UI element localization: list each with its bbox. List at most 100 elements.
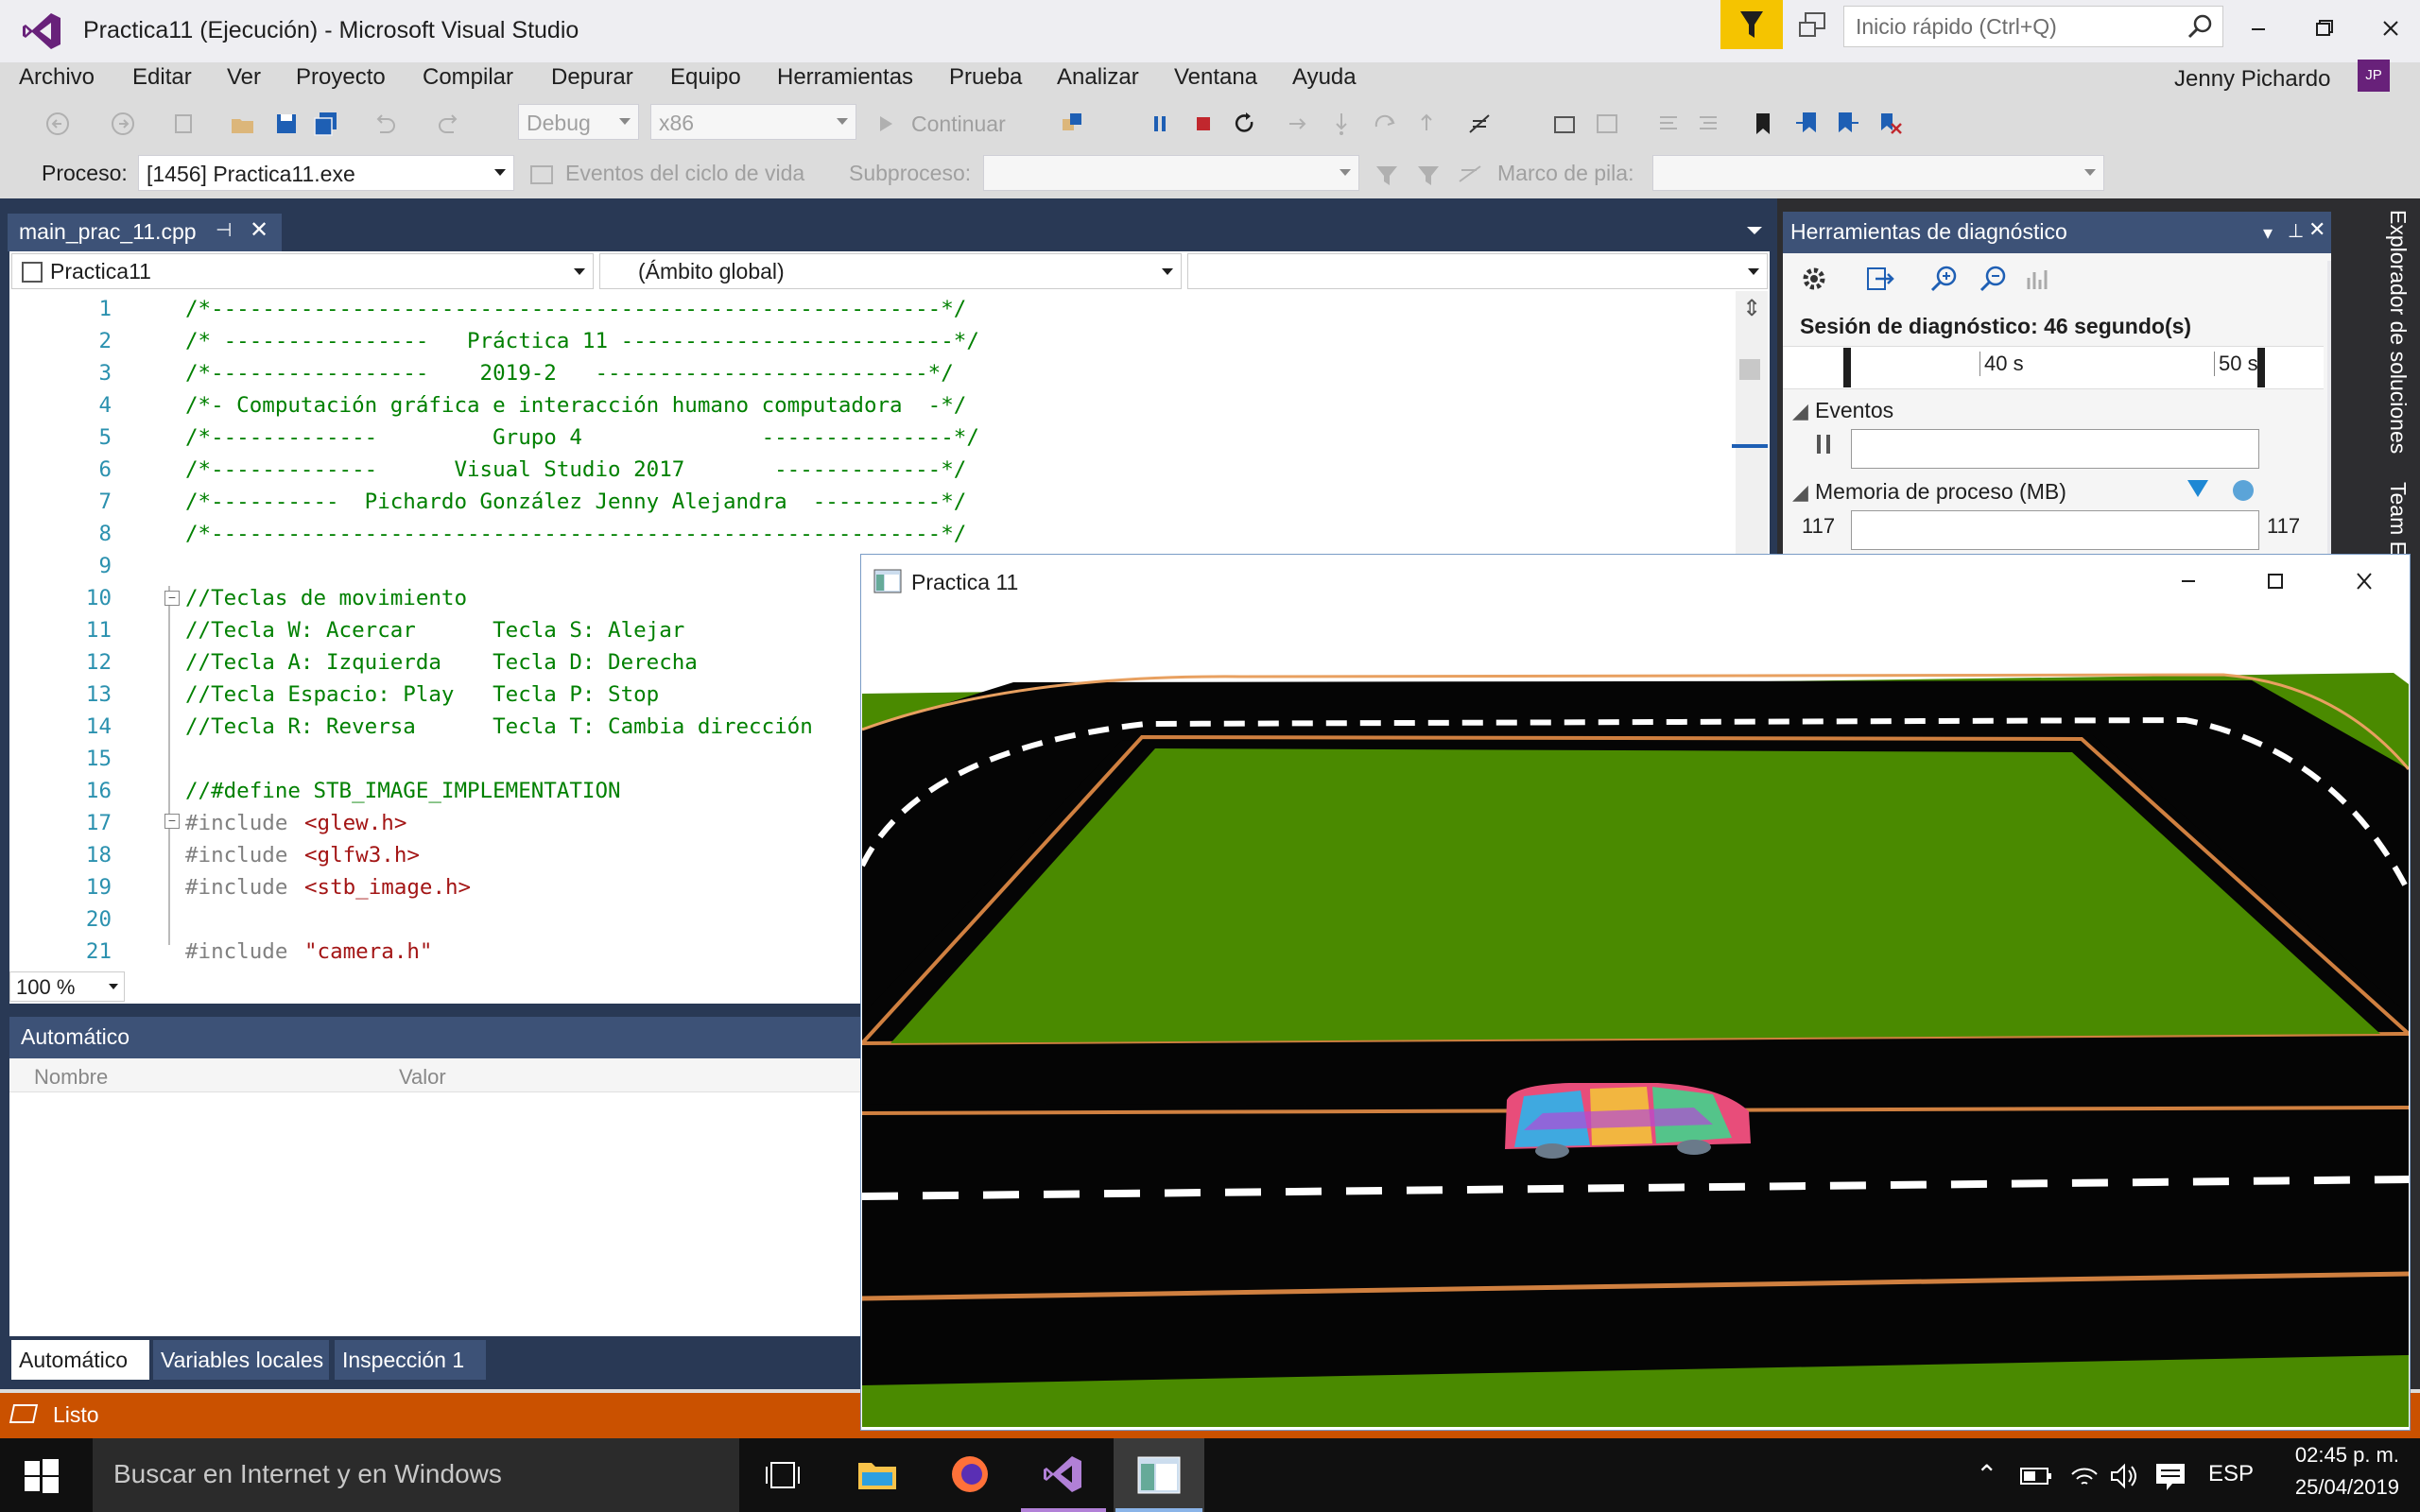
dropdown-icon[interactable]: ▾ [2263,221,2273,245]
minimize-icon[interactable] [2165,567,2212,595]
threads-icon[interactable] [1593,110,1621,138]
file-explorer-icon[interactable] [856,1455,898,1493]
taskbar-search-input[interactable]: Buscar en Internet y en Windows [93,1438,739,1512]
zoom-combo[interactable]: 100 % [9,971,125,1002]
menu-editar[interactable]: Editar [132,64,192,91]
menu-archivo[interactable]: Archivo [19,64,95,91]
next-bookmark-icon[interactable] [1834,110,1862,138]
thread-combo[interactable] [983,155,1359,191]
zoom-in-icon[interactable] [1928,263,1961,295]
timeline-end-handle[interactable] [2257,348,2265,387]
tab-main-prac-11[interactable]: main_prac_11.cpp ⊣ ✕ [8,214,282,251]
menu-analizar[interactable]: Analizar [1057,64,1139,91]
lifecycle-events-icon[interactable] [527,161,556,189]
close-icon[interactable]: ✕ [2308,217,2325,242]
step-over-icon[interactable] [1371,110,1399,138]
global-scope-combo[interactable]: (Ámbito global) [599,253,1182,289]
battery-icon[interactable] [2019,1463,2053,1489]
filter-threads-icon[interactable] [1373,161,1401,189]
close-icon[interactable] [2341,567,2388,595]
game-taskbar-button[interactable] [1114,1438,1204,1512]
member-combo[interactable] [1187,253,1768,289]
user-name[interactable]: Jenny Pichardo [2174,66,2330,93]
undo-icon[interactable] [371,110,399,138]
collapse-icon[interactable]: − [164,814,180,829]
comment-icon[interactable] [1654,110,1683,138]
new-project-icon[interactable] [170,110,199,138]
visual-studio-taskbar-icon[interactable] [1042,1453,1083,1495]
tray-overflow-icon[interactable]: ⌃ [1976,1459,1997,1490]
column-value[interactable]: Valor [399,1065,446,1090]
stack-frame-icon[interactable] [1456,161,1484,189]
zoom-out-icon[interactable] [1978,263,2010,295]
clear-bookmarks-icon[interactable] [1876,110,1904,138]
tab-overflow-icon[interactable] [1747,227,1762,234]
step-into-icon[interactable] [1327,110,1356,138]
close-icon[interactable] [2358,9,2420,47]
process-combo[interactable]: [1456] Practica11.exe [138,155,514,191]
scrollbar-thumb[interactable] [1739,359,1760,380]
stack-frame-combo[interactable] [1652,155,2104,191]
task-view-icon[interactable] [764,1457,802,1493]
avatar[interactable]: JP [2358,60,2390,92]
platform-combo[interactable]: x86 [650,104,856,140]
notification-icon[interactable] [1792,8,1834,45]
tab-inspeccion-1[interactable]: Inspección 1 [335,1340,486,1380]
play-icon[interactable] [872,110,900,138]
select-tools-icon[interactable] [1864,263,1896,295]
team-explorer-tab[interactable]: Team E [2385,482,2411,556]
config-combo[interactable]: Debug [518,104,639,140]
tab-automatico[interactable]: Automático [11,1340,149,1380]
menu-prueba[interactable]: Prueba [949,64,1022,91]
continue-button[interactable]: Continuar [911,112,1006,137]
restore-icon[interactable] [2291,9,2358,47]
uncomment-icon[interactable] [1694,110,1722,138]
language-indicator[interactable]: ESP [2208,1461,2254,1487]
prev-bookmark-icon[interactable] [1792,110,1821,138]
menu-equipo[interactable]: Equipo [670,64,741,91]
expand-memory-icon[interactable]: ◢ [1792,480,1808,505]
wifi-icon[interactable] [2068,1461,2100,1491]
redo-icon[interactable] [435,110,463,138]
clock-date[interactable]: 25/04/2019 [2278,1475,2399,1500]
open-folder-icon[interactable] [229,110,257,138]
breakpoint-window-icon[interactable] [1550,110,1579,138]
project-scope-combo[interactable]: Practica11 [11,253,594,289]
solution-explorer-tab[interactable]: Explorador de soluciones [2385,210,2411,454]
lifecycle-events-button[interactable]: Eventos del ciclo de vida [565,161,804,186]
menu-herramientas[interactable]: Herramientas [777,64,913,91]
collapse-icon[interactable]: − [164,591,180,606]
save-icon[interactable] [272,110,301,138]
pause-events-icon[interactable] [1817,435,1830,454]
timeline-start-handle[interactable] [1843,348,1851,387]
menu-ver[interactable]: Ver [227,64,261,91]
action-center-icon[interactable] [2153,1461,2187,1493]
stop-icon[interactable] [1189,110,1218,138]
hex-display-icon[interactable] [1465,110,1494,138]
windows-start-icon[interactable] [23,1457,60,1495]
menu-compilar[interactable]: Compilar [423,64,513,91]
minimize-icon[interactable] [2225,9,2291,47]
restart-icon[interactable] [1231,110,1259,138]
quick-launch-input[interactable]: Inicio rápido (Ctrl+Q) [1843,6,2223,47]
expand-events-icon[interactable]: ◢ [1792,399,1808,423]
back-icon[interactable] [43,110,72,138]
tab-variables-locales[interactable]: Variables locales [153,1340,329,1380]
feedback-filter-button[interactable] [1720,0,1783,49]
menu-depurar[interactable]: Depurar [551,64,633,91]
pause-icon[interactable] [1146,110,1174,138]
menu-proyecto[interactable]: Proyecto [296,64,386,91]
split-icon[interactable]: ⇕ [1737,295,1766,323]
maximize-icon[interactable] [2252,567,2299,595]
settings-icon[interactable] [1798,263,1830,295]
save-all-icon[interactable] [312,110,340,138]
menu-ventana[interactable]: Ventana [1174,64,1257,91]
chart-icon[interactable] [2023,263,2055,295]
clock-time[interactable]: 02:45 p. m. [2278,1443,2399,1468]
step-out-icon[interactable] [1412,110,1441,138]
show-next-statement-icon[interactable] [1284,110,1312,138]
game-render-canvas[interactable] [862,609,2409,1427]
bookmark-icon[interactable] [1749,110,1777,138]
menu-ayuda[interactable]: Ayuda [1292,64,1357,91]
forward-icon[interactable] [109,110,137,138]
